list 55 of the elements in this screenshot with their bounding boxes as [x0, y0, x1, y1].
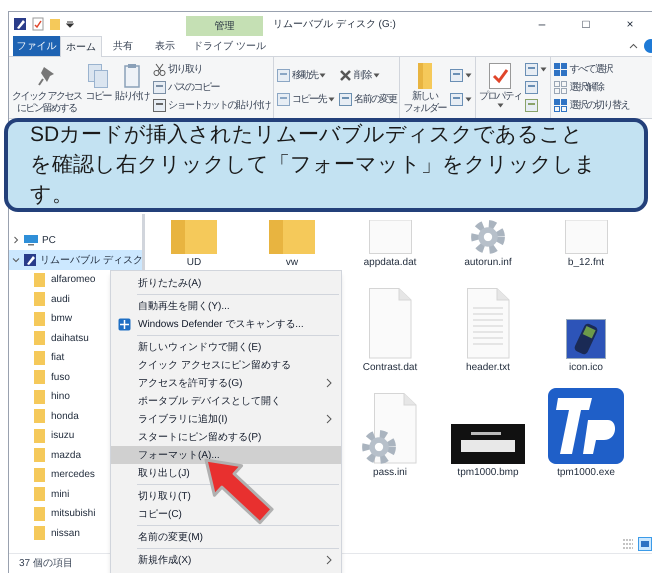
ribbon-tab[interactable]: ホーム: [60, 36, 102, 57]
ribbon-button[interactable]: 移動先: [276, 67, 335, 83]
close-button[interactable]: ×: [608, 13, 652, 35]
menu-item[interactable]: 新規作成(X): [111, 551, 341, 569]
menu-item[interactable]: クイック アクセスにピン留めする: [111, 356, 341, 374]
context-tab-header: 管理: [186, 16, 263, 36]
menu-item[interactable]: 取り出し(J): [111, 464, 341, 482]
file-item[interactable]: UD: [145, 214, 243, 269]
ribbon-button[interactable]: 選択解除: [554, 79, 629, 95]
menu-item[interactable]: コピー(C): [111, 505, 341, 523]
file-item[interactable]: icon.ico: [537, 273, 635, 374]
ribbon-tab[interactable]: 表示: [144, 36, 186, 56]
ribbon-tab[interactable]: 共有: [102, 36, 144, 56]
menu-item[interactable]: フォーマット(A)...: [111, 446, 341, 464]
ribbon-button[interactable]: ショートカットの貼り付け: [152, 97, 270, 113]
menu-item[interactable]: スタートにピン留めする(P): [111, 428, 341, 446]
ribbon-button[interactable]: すべて選択: [554, 61, 629, 77]
ribbon-button[interactable]: パスのコピー: [152, 79, 270, 95]
tree-item[interactable]: PC: [9, 230, 142, 250]
file-item[interactable]: autorun.inf: [439, 214, 537, 269]
menu-item[interactable]: 新しいウィンドウで開く(E): [111, 338, 341, 356]
menu-item[interactable]: 名前の変更(M): [111, 528, 341, 546]
file-item[interactable]: vw: [243, 214, 341, 269]
file-item[interactable]: appdata.dat: [341, 214, 439, 269]
file-item[interactable]: b_12.fnt: [537, 214, 635, 269]
tree-item[interactable]: リムーバブル ディスク: [9, 250, 142, 270]
ribbon-button[interactable]: 切り取り: [152, 61, 270, 77]
ribbon-button[interactable]: 名前の変更: [338, 91, 396, 107]
ribbon-button[interactable]: コピー: [85, 61, 111, 117]
ribbon-tab[interactable]: ファイル: [13, 36, 60, 56]
file-item[interactable]: tpm1000.exe: [537, 378, 635, 479]
ribbon-button[interactable]: 選択の切り替え: [554, 97, 629, 113]
menu-item[interactable]: ライブラリに追加(I): [111, 410, 341, 428]
window-title: リムーバブル ディスク (G:): [273, 18, 396, 32]
file-item[interactable]: tpm1000.bmp: [439, 378, 537, 479]
status-text: 37 個の項目: [19, 557, 73, 571]
file-item[interactable]: pass.ini: [341, 378, 439, 479]
ribbon-button[interactable]: コピー先: [276, 91, 335, 107]
maximize-button[interactable]: □: [564, 13, 608, 35]
menu-item[interactable]: Windows Defender でスキャンする...: [111, 315, 341, 333]
menu-item[interactable]: ポータブル デバイスとして開く: [111, 392, 341, 410]
ribbon-button[interactable]: 削除: [338, 67, 396, 83]
menu-item[interactable]: アクセスを許可する(G): [111, 374, 341, 392]
file-item[interactable]: Contrast.dat: [341, 273, 439, 374]
file-item[interactable]: header.txt: [439, 273, 537, 374]
menu-item[interactable]: 自動再生を開く(Y)...: [111, 297, 341, 315]
menu-item[interactable]: 折りたたみ(A): [111, 274, 341, 292]
ribbon-button[interactable]: クイック アクセス にピン留めする: [12, 61, 82, 117]
ribbon-button[interactable]: 貼り付け: [114, 61, 149, 117]
ribbon-button[interactable]: 新しい フォルダー: [403, 61, 446, 117]
menu-item[interactable]: 切り取り(T): [111, 487, 341, 505]
ribbon-button[interactable]: プロパティ: [478, 61, 522, 117]
minimize-button[interactable]: –: [520, 13, 564, 35]
callout-text: SDカードが挿入されたリムーバブルディスクであることを確認し右クリックして「フォーマット」をクリックします。: [30, 122, 597, 208]
ribbon-tab[interactable]: ドライブ ツール: [191, 36, 268, 56]
